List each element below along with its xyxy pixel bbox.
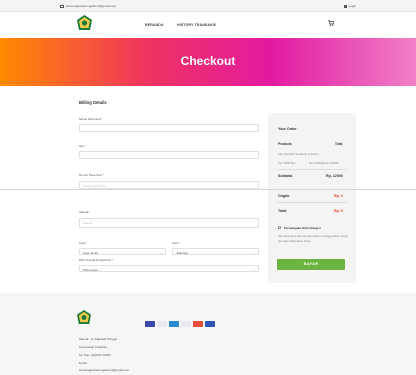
nip-input[interactable] bbox=[79, 151, 259, 159]
payment-card-icon bbox=[145, 321, 155, 327]
alamat-input[interactable]: Alamat bbox=[79, 218, 259, 228]
kargo-checkbox-label: Persetujuan Kirim Kargo? bbox=[284, 226, 322, 230]
footer-email-label: Email: bbox=[79, 361, 88, 365]
kota-select[interactable]: Kota Jambi ⌄ bbox=[79, 248, 166, 255]
payment-card-icon bbox=[157, 321, 167, 327]
payment-card-icon bbox=[193, 321, 203, 327]
kurir-value: JNE Reg bbox=[176, 250, 189, 255]
login-link[interactable]: Login bbox=[343, 4, 356, 8]
footer-email[interactable]: kemenagkotasungaibumi@gmail.com bbox=[79, 368, 129, 372]
logo-icon[interactable] bbox=[77, 15, 92, 31]
pay-button[interactable]: BAYAR bbox=[277, 259, 345, 270]
login-label: Login bbox=[348, 4, 356, 8]
page-title: Checkout bbox=[180, 54, 236, 68]
order-title: Your Order bbox=[278, 127, 297, 131]
divider bbox=[277, 202, 347, 203]
total-value: Rp. 0 bbox=[334, 209, 343, 213]
billing-title: Billing Details bbox=[79, 100, 107, 105]
kargo-note: Jika Dicentang barang akan dikirim mengg… bbox=[278, 234, 348, 243]
login-icon bbox=[343, 4, 347, 8]
kota-label: Kota * bbox=[79, 241, 88, 245]
chevron-down-icon: ⌄ bbox=[159, 250, 162, 255]
kurir-select[interactable]: JNE Reg ⌄ bbox=[172, 248, 259, 255]
top-bar: kemenagkotasungaibumi@gmail.com Login bbox=[0, 0, 416, 12]
product-price: Rp.12000@x1=12000 bbox=[309, 161, 339, 165]
divider bbox=[277, 169, 347, 170]
subtotal-label: Subtotal bbox=[278, 174, 293, 178]
payment-card-icon bbox=[169, 321, 179, 327]
col-total: Total bbox=[335, 142, 343, 146]
total-label: Total bbox=[278, 209, 287, 213]
cart-icon[interactable] bbox=[328, 20, 334, 26]
nama-input[interactable] bbox=[79, 124, 259, 132]
nip-label: Nip * bbox=[79, 144, 86, 148]
payment-card-icon bbox=[205, 321, 215, 327]
payment-card-icon bbox=[181, 321, 191, 327]
pilih-tempat-label: Pilih Tempat Pengiriman * bbox=[79, 258, 114, 262]
product-name: Tas Sekolah Sanatmu ui beton bbox=[278, 152, 319, 156]
footer-city: Kecamatan Kotabaru bbox=[79, 345, 108, 349]
chevron-down-icon: ⌄ bbox=[252, 250, 255, 255]
ongkir-label: Ongkir bbox=[278, 194, 290, 198]
kurir-label: Kurir * bbox=[172, 241, 181, 245]
ongkir-value: Rp. 0 bbox=[334, 194, 343, 198]
footer bbox=[0, 293, 416, 375]
pilih-tempat-value: Pilih Kantor bbox=[83, 267, 99, 272]
pilih-tempat-select[interactable]: Pilih Kantor ⌄ bbox=[79, 265, 259, 272]
envelope-icon bbox=[60, 4, 64, 8]
footer-address: Alamat : Jl. Rajawali Pringgo bbox=[79, 337, 118, 341]
subtotal-value: Rp. 12000 bbox=[326, 174, 343, 178]
nomor-label: Nomor Penerima * bbox=[79, 173, 104, 177]
kota-value: Kota Jambi bbox=[83, 250, 99, 255]
col-products: Products bbox=[278, 142, 292, 146]
footer-logo-icon bbox=[77, 310, 91, 325]
nama-label: Nama Penerima * bbox=[79, 117, 103, 121]
alamat-label: Alamat * bbox=[79, 210, 91, 214]
nomor-input[interactable]: Nomor penerima bbox=[79, 181, 259, 189]
nav-link-history[interactable]: HISTORY TRANSAKSI bbox=[177, 23, 216, 27]
order-summary bbox=[268, 113, 356, 283]
chevron-down-icon: ⌄ bbox=[252, 267, 255, 272]
section-divider bbox=[0, 189, 416, 190]
topbar-email-text: kemenagkotasungaibumi@gmail.com bbox=[66, 4, 117, 8]
nav-link-beranda[interactable]: BERANDA bbox=[145, 23, 164, 27]
checkout-hero: Checkout bbox=[0, 38, 416, 86]
footer-phone: No Telp: (0)(0)54 62986 bbox=[79, 353, 111, 357]
product-qty: Tas SMP Bro bbox=[278, 161, 296, 165]
topbar-email[interactable]: kemenagkotasungaibumi@gmail.com bbox=[60, 4, 116, 8]
kargo-checkbox[interactable] bbox=[278, 226, 281, 229]
